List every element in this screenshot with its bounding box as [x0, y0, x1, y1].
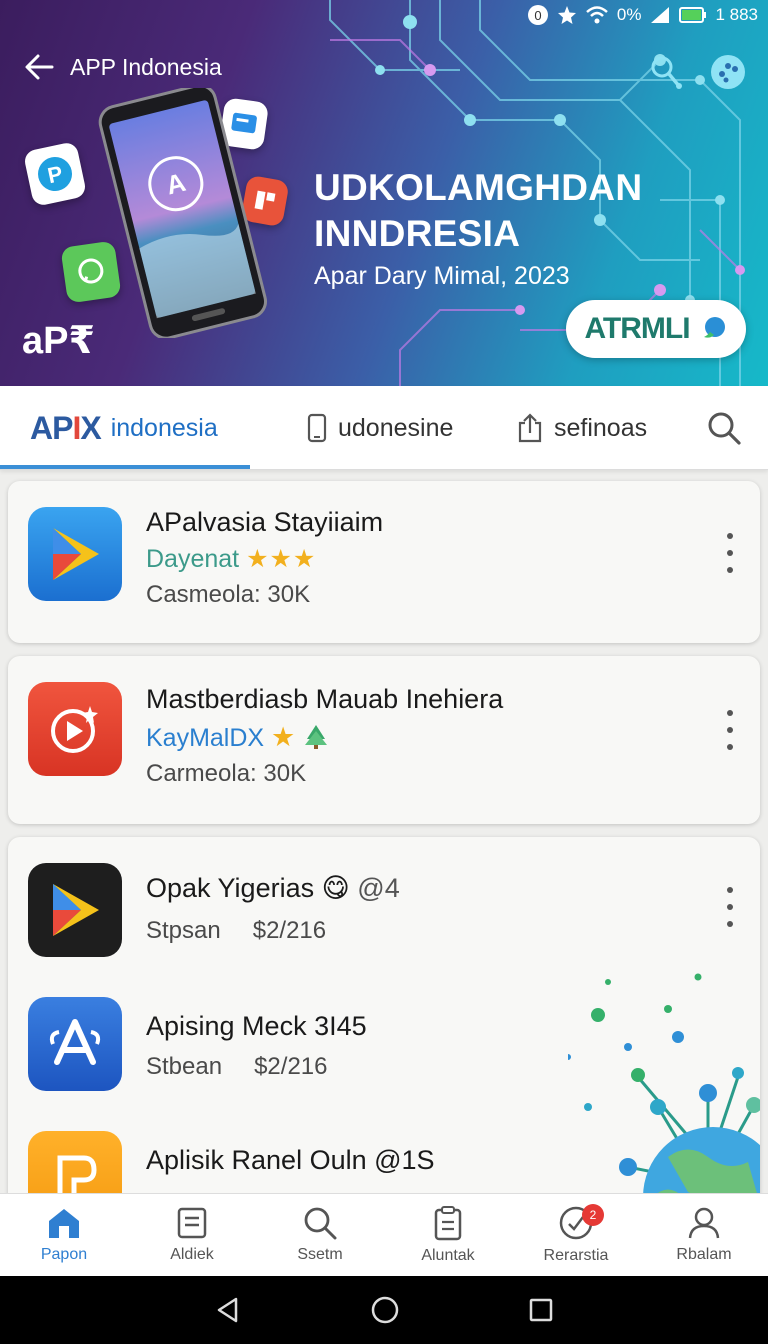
nav-aldiek-label: Aldiek — [170, 1246, 214, 1263]
more-options-icon[interactable] — [722, 533, 738, 573]
app-meta: Carmeola: 30K — [146, 760, 307, 787]
battery-percent: 0% — [616, 5, 642, 24]
more-options-icon[interactable] — [722, 887, 738, 927]
nav-home[interactable]: Papon — [0, 1194, 128, 1276]
tab-sefinoas-label: sefinoas — [554, 413, 648, 442]
app-name: APalvasia Stayiiaim — [146, 507, 384, 537]
hero-banner[interactable]: P A 0 0% 1 883 APP Indonesia UDKOLAMGHDA… — [0, 0, 768, 386]
floating-app-icon-blue: P — [22, 140, 88, 208]
app-list-card: Opak Yigerias 😋 @4 Stpsan $2/216 Apising … — [8, 837, 760, 1207]
nav-profile[interactable]: Rbalam — [640, 1194, 768, 1276]
nav-search[interactable]: Ssetm — [256, 1194, 384, 1276]
profile-icon — [688, 1207, 720, 1239]
system-navigation-bar — [0, 1276, 768, 1344]
settings-star-icon — [557, 6, 576, 24]
app-name: Opak Yigerias 😋 @4 — [146, 873, 400, 903]
hero-subtitle: Apar Dary Mimal, 2023 — [314, 262, 570, 290]
nav-rerarstia-label: Rerarstia — [543, 1247, 609, 1264]
status-bar: 0 0% 1 883 — [527, 2, 758, 28]
app-developer: Dayenat ★★★ — [146, 545, 317, 573]
phone-icon — [307, 413, 327, 443]
nav-aluntak-label: Aluntak — [421, 1247, 475, 1264]
search-icon — [304, 1207, 337, 1240]
clipboard-icon — [434, 1206, 462, 1241]
list-card-icon — [177, 1207, 207, 1239]
app-extra: @4 — [357, 873, 400, 903]
tree-icon — [305, 725, 328, 749]
rating-stars: ★ — [271, 722, 297, 752]
app-price: $2/216 — [254, 1053, 328, 1080]
play-store-dark-icon[interactable] — [28, 863, 122, 957]
app-store-icon[interactable] — [28, 997, 122, 1091]
nav-home-label: Papon — [40, 1246, 88, 1263]
nav-profile-label: Rbalam — [676, 1246, 732, 1263]
hero-logo: aP₹ — [22, 320, 95, 362]
bottom-navigation: Papon Aldiek Ssetm Aluntak 2 Rerarstia R… — [0, 1193, 768, 1276]
signal-icon — [651, 7, 670, 23]
tab-sefinoas[interactable]: sefinoas — [516, 386, 647, 470]
app-meta: Casmeola: 30K — [146, 581, 311, 608]
app-name: Mastberdiasb Mauab Inehiera — [146, 684, 504, 714]
header-actions — [648, 54, 746, 90]
app-price: $2/216 — [252, 917, 327, 944]
notification-badge: 2 — [582, 1204, 604, 1226]
share-icon — [518, 413, 542, 443]
tab-search-icon[interactable] — [704, 408, 744, 448]
nav-search-label: Ssetm — [297, 1246, 343, 1263]
nav-rerarstia[interactable]: 2 Rerarstia — [512, 1194, 640, 1276]
active-tab-indicator — [0, 465, 250, 469]
app-card[interactable]: APalvasia Stayiiaim Dayenat ★★★ Casmeola… — [8, 481, 760, 643]
chat-bubble-icon — [703, 317, 725, 338]
search-icon[interactable] — [648, 54, 684, 90]
app-name: Apising Meck 3I45 — [146, 1011, 367, 1041]
app-bar: APP Indonesia — [22, 50, 222, 84]
app-meta: Stpsan $2/216 — [146, 917, 327, 944]
video-player-icon — [28, 682, 122, 776]
apix-logo: APIX — [30, 409, 102, 446]
globe-illustration — [568, 973, 760, 1207]
nav-aldiek[interactable]: Aldiek — [128, 1194, 256, 1276]
phone-illustration: A — [98, 88, 267, 338]
recents-square-icon[interactable] — [528, 1297, 554, 1323]
tab-brand-label: indonesia — [110, 413, 218, 442]
app-title: APP Indonesia — [70, 53, 222, 80]
notification-icon: 0 — [527, 5, 548, 25]
home-icon — [49, 1209, 79, 1238]
app-meta: Stbean $2/216 — [146, 1053, 328, 1080]
tab-udonesine[interactable]: udonesine — [306, 386, 453, 470]
play-store-icon — [28, 507, 122, 601]
palette-icon[interactable] — [710, 54, 746, 90]
home-circle-icon[interactable] — [370, 1295, 400, 1325]
hero-cta-badge[interactable]: ATRMLI — [566, 300, 746, 358]
tab-apix-indonesia[interactable]: APIX indonesia — [30, 386, 218, 470]
svg-text:0: 0 — [534, 8, 541, 23]
category-tabs: APIX indonesia udonesine sefinoas — [0, 386, 768, 470]
back-arrow-icon[interactable] — [22, 50, 56, 84]
app-name: Aplisik Ranel Ouln @1S — [146, 1145, 435, 1175]
clock: 1 883 — [715, 5, 758, 24]
hero-headline: UDKOLAMGHDAN INNDRESIA — [314, 167, 643, 254]
hero-badge-label: ATRMLI — [584, 312, 690, 345]
more-options-icon[interactable] — [722, 710, 738, 750]
tab-udonesine-label: udonesine — [338, 413, 454, 442]
emoji: 😋 — [321, 873, 350, 903]
app-developer: KayMalDX ★ — [146, 722, 329, 753]
wifi-icon — [586, 6, 608, 24]
back-triangle-icon[interactable] — [214, 1296, 242, 1324]
battery-icon — [679, 7, 707, 23]
app-card[interactable]: Mastberdiasb Mauab Inehiera KayMalDX ★ C… — [8, 656, 760, 824]
rating-stars: ★★★ — [246, 545, 317, 573]
nav-aluntak[interactable]: Aluntak — [384, 1194, 512, 1276]
